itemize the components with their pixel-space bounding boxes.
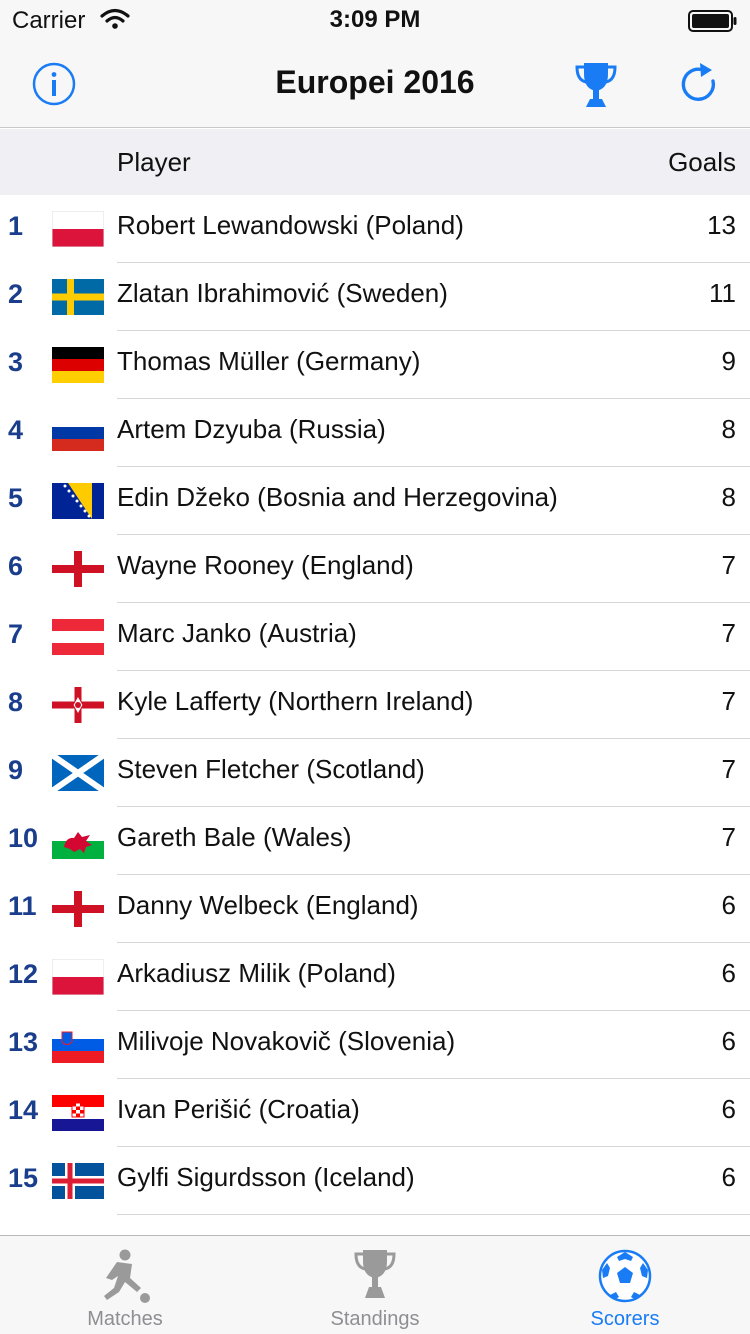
table-row[interactable]: 8 Kyle Lafferty (Northern Ireland) 7 bbox=[0, 671, 750, 739]
table-row[interactable]: 10 Gareth Bale (Wales) 7 bbox=[0, 807, 750, 875]
rank-number: 3 bbox=[8, 347, 24, 377]
status-time: 3:09 PM bbox=[329, 6, 421, 33]
goals-count: 11 bbox=[709, 278, 736, 308]
tab-scorers-label: Scorers bbox=[590, 1308, 660, 1330]
goals-count: 7 bbox=[721, 686, 736, 716]
scorers-list[interactable]: 1 Robert Lewandowski (Poland) 13 2 Zlatan Ib… bbox=[0, 195, 750, 1235]
goals-column-header: Goals bbox=[668, 147, 736, 177]
rank-number: 6 bbox=[8, 551, 24, 581]
goals-count: 13 bbox=[707, 210, 736, 240]
table-header: Player Goals bbox=[0, 129, 750, 195]
player-name: Marc Janko (Austria) bbox=[117, 618, 357, 648]
wales-flag-icon bbox=[52, 823, 104, 859]
rank-number: 4 bbox=[8, 415, 24, 445]
goals-count: 9 bbox=[721, 346, 736, 376]
rank-number: 8 bbox=[8, 687, 24, 717]
table-row[interactable]: 7 Marc Janko (Austria) 7 bbox=[0, 603, 750, 671]
trophy-icon bbox=[575, 63, 617, 107]
table-row[interactable]: 15 Gylfi Sigurdsson (Iceland) 6 bbox=[0, 1147, 750, 1215]
table-row[interactable]: 12 Arkadiusz Milik (Poland) 6 bbox=[0, 943, 750, 1011]
player-name: Artem Dzyuba (Russia) bbox=[117, 414, 386, 444]
navigation-bar: Europei 2016 bbox=[0, 40, 750, 128]
rank-number: 10 bbox=[8, 823, 39, 853]
refresh-icon bbox=[681, 63, 716, 101]
goals-count: 6 bbox=[721, 1026, 736, 1056]
rank-number: 9 bbox=[8, 755, 24, 785]
iceland-flag-icon bbox=[52, 1163, 104, 1199]
player-name: Milivoje Novakovič (Slovenia) bbox=[117, 1026, 456, 1056]
england-flag-icon bbox=[52, 891, 104, 927]
player-name: Ivan Perišić (Croatia) bbox=[117, 1094, 360, 1124]
goals-count: 6 bbox=[721, 1162, 736, 1192]
football-player-icon bbox=[104, 1249, 150, 1303]
player-name: Wayne Rooney (England) bbox=[117, 550, 414, 580]
tab-matches-label: Matches bbox=[87, 1308, 163, 1330]
tab-standings-label: Standings bbox=[330, 1308, 420, 1330]
tab-bar: Matches Standings Scorers bbox=[0, 1235, 750, 1334]
poland-flag-icon bbox=[52, 959, 104, 995]
battery-icon bbox=[688, 10, 737, 32]
rank-number: 11 bbox=[8, 891, 37, 921]
northern-ireland-flag-icon bbox=[52, 687, 104, 723]
table-row[interactable]: 5 Edin Džeko (Bosnia and Herzegovina) 8 bbox=[0, 467, 750, 535]
rank-number: 1 bbox=[8, 211, 24, 241]
table-row[interactable]: 2 Zlatan Ibrahimović (Sweden) 11 bbox=[0, 263, 750, 331]
player-name: Danny Welbeck (England) bbox=[117, 890, 419, 920]
slovenia-flag-icon bbox=[52, 1027, 104, 1063]
player-name: Gylfi Sigurdsson (Iceland) bbox=[117, 1162, 415, 1192]
goals-count: 6 bbox=[721, 890, 736, 920]
rank-number: 13 bbox=[8, 1027, 39, 1057]
player-name: Zlatan Ibrahimović (Sweden) bbox=[117, 278, 448, 308]
germany-flag-icon bbox=[52, 347, 104, 383]
rank-number: 14 bbox=[8, 1095, 39, 1125]
table-row[interactable]: 1 Robert Lewandowski (Poland) 13 bbox=[0, 195, 750, 263]
goals-count: 8 bbox=[721, 482, 736, 512]
goals-count: 7 bbox=[721, 754, 736, 784]
table-row[interactable]: 6 Wayne Rooney (England) 7 bbox=[0, 535, 750, 603]
player-name: Arkadiusz Milik (Poland) bbox=[117, 958, 396, 988]
player-name: Edin Džeko (Bosnia and Herzegovina) bbox=[117, 482, 558, 512]
scotland-flag-icon bbox=[52, 755, 104, 791]
player-name: Steven Fletcher (Scotland) bbox=[117, 754, 425, 784]
poland-flag-icon bbox=[52, 211, 104, 247]
player-name: Gareth Bale (Wales) bbox=[117, 822, 352, 852]
rank-number: 15 bbox=[8, 1163, 39, 1193]
rank-number: 5 bbox=[8, 483, 24, 513]
table-row[interactable]: 14 Ivan Perišić (Croatia) 6 bbox=[0, 1079, 750, 1147]
goals-count: 8 bbox=[721, 414, 736, 444]
england-flag-icon bbox=[52, 551, 104, 587]
status-bar: Carrier 3:09 PM bbox=[0, 0, 750, 40]
player-name: Thomas Müller (Germany) bbox=[117, 346, 421, 376]
goals-count: 7 bbox=[721, 550, 736, 580]
table-row[interactable]: 4 Artem Dzyuba (Russia) 8 bbox=[0, 399, 750, 467]
trophy-button[interactable] bbox=[566, 54, 626, 114]
player-column-header: Player bbox=[117, 147, 191, 177]
rank-number: 7 bbox=[8, 619, 24, 649]
rank-number: 2 bbox=[8, 279, 24, 309]
player-name: Robert Lewandowski (Poland) bbox=[117, 210, 464, 240]
soccer-ball-icon bbox=[598, 1249, 652, 1303]
croatia-flag-icon bbox=[52, 1095, 104, 1131]
page-title: Europei 2016 bbox=[275, 64, 475, 100]
tab-standings[interactable]: Standings bbox=[250, 1236, 500, 1334]
table-row[interactable]: 11 Danny Welbeck (England) 6 bbox=[0, 875, 750, 943]
table-row[interactable]: 9 Steven Fletcher (Scotland) 7 bbox=[0, 739, 750, 807]
rank-number: 12 bbox=[8, 959, 39, 989]
refresh-button[interactable] bbox=[670, 54, 730, 114]
sweden-flag-icon bbox=[52, 279, 104, 315]
goals-count: 6 bbox=[721, 1094, 736, 1124]
bosnia-flag-icon bbox=[52, 483, 104, 519]
austria-flag-icon bbox=[52, 619, 104, 655]
trophy-icon bbox=[354, 1250, 396, 1298]
player-name: Kyle Lafferty (Northern Ireland) bbox=[117, 686, 474, 716]
table-row[interactable]: 3 Thomas Müller (Germany) 9 bbox=[0, 331, 750, 399]
goals-count: 7 bbox=[721, 618, 736, 648]
table-row[interactable]: 13 Milivoje Novakovič (Slovenia) 6 bbox=[0, 1011, 750, 1079]
tab-scorers[interactable]: Scorers bbox=[500, 1236, 750, 1334]
goals-count: 7 bbox=[721, 822, 736, 852]
goals-count: 6 bbox=[721, 958, 736, 988]
russia-flag-icon bbox=[52, 415, 104, 451]
tab-matches[interactable]: Matches bbox=[0, 1236, 250, 1334]
